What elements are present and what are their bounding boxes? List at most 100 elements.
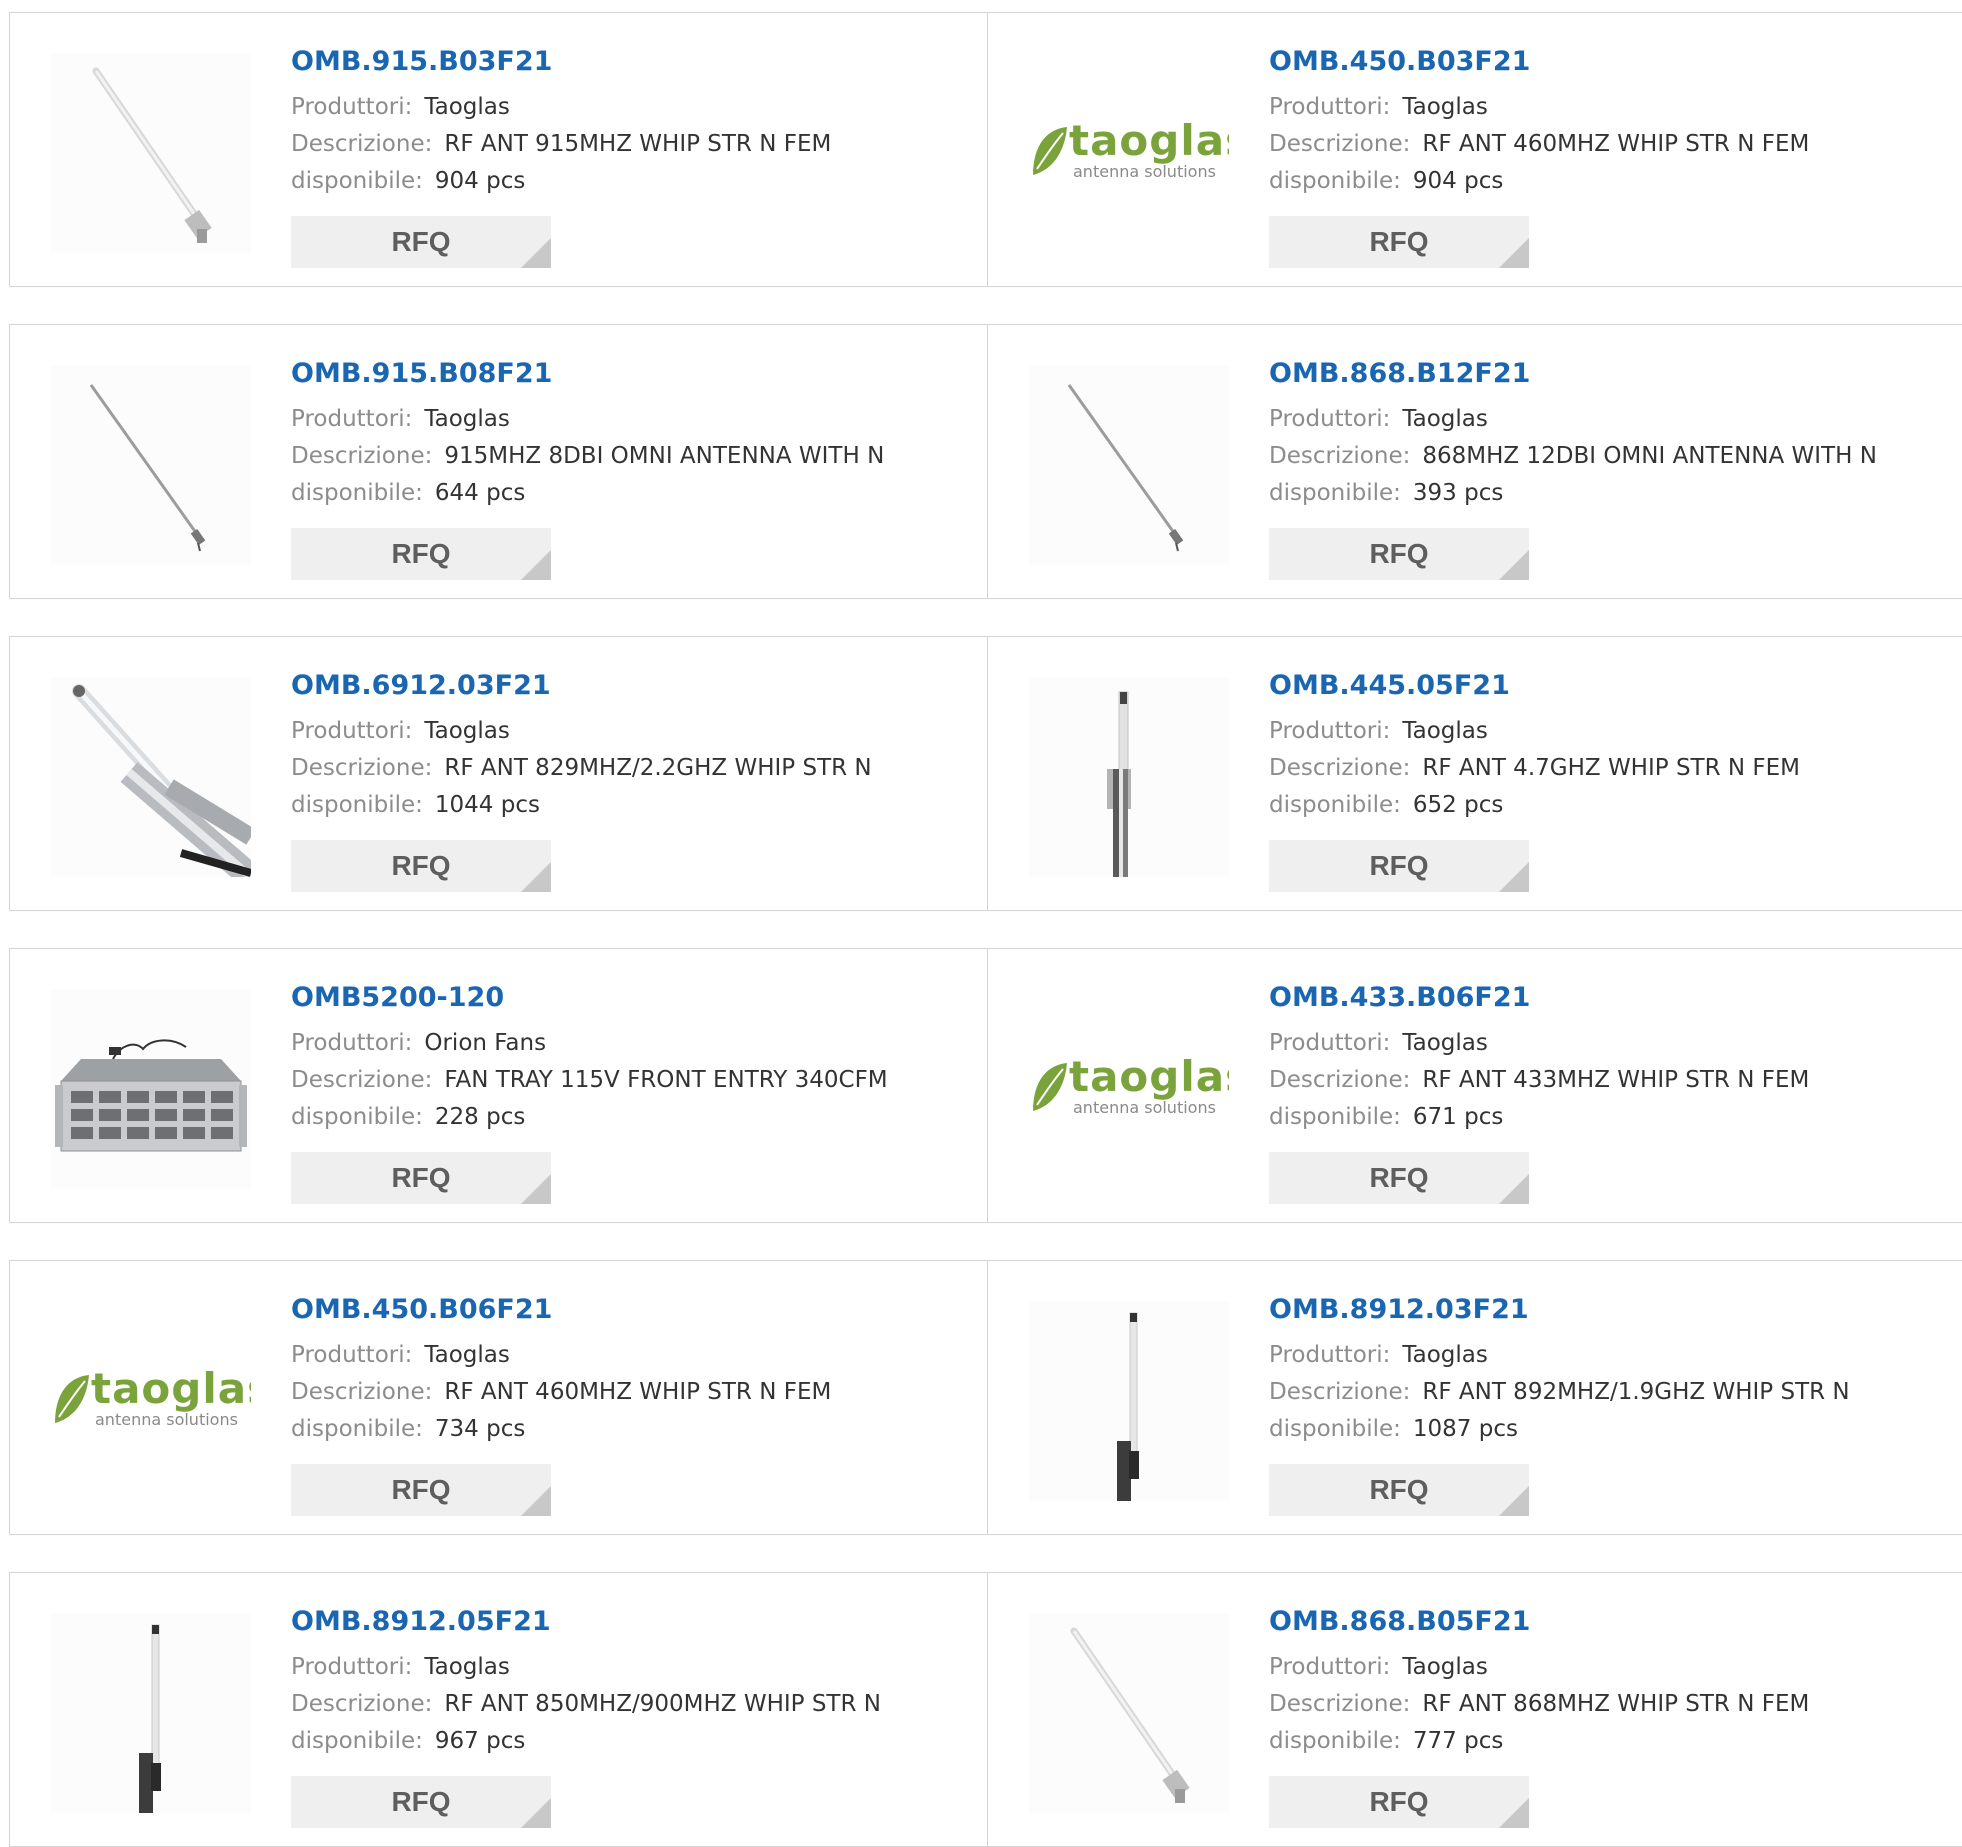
- rfq-corner-icon: [521, 1798, 551, 1828]
- product-card: OMB.868.B05F21 Produttori: Taoglas Descri…: [988, 1573, 1962, 1846]
- manufacturer-row: Produttori: Taoglas: [1269, 1025, 1952, 1062]
- product-image[interactable]: [1029, 1613, 1229, 1813]
- product-part-link[interactable]: OMB.915.B03F21: [291, 43, 977, 81]
- product-image[interactable]: taoglasantenna solutions: [51, 1301, 251, 1501]
- rfq-button[interactable]: RFQ: [291, 216, 551, 268]
- logo-tagline-text: antenna solutions: [1073, 162, 1216, 181]
- availability-label: disponibile:: [1269, 480, 1401, 506]
- product-image[interactable]: [51, 365, 251, 565]
- manufacturer-row: Produttori: Taoglas: [1269, 1337, 1952, 1374]
- rfq-button[interactable]: RFQ: [291, 1152, 551, 1204]
- product-info: OMB.450.B03F21 Produttori: Taoglas Descri…: [1269, 43, 1952, 268]
- product-image[interactable]: [51, 677, 251, 877]
- rfq-button[interactable]: RFQ: [1269, 216, 1529, 268]
- manufacturer-value: Taoglas: [1402, 1654, 1488, 1680]
- description-label: Descrizione:: [1269, 1067, 1411, 1093]
- product-part-link[interactable]: OMB.450.B06F21: [291, 1291, 977, 1329]
- description-row: Descrizione: RF ANT 892MHZ/1.9GHZ WHIP ST…: [1269, 1374, 1952, 1411]
- manufacturer-label: Produttori:: [291, 94, 413, 120]
- description-value: RF ANT 892MHZ/1.9GHZ WHIP STR N: [1422, 1379, 1850, 1405]
- availability-row: disponibile: 671 pcs: [1269, 1099, 1952, 1136]
- product-row: taoglasantenna solutions OMB.450.B06F21 …: [9, 1260, 1962, 1535]
- product-image[interactable]: [1029, 677, 1229, 877]
- product-card: OMB.915.B08F21 Produttori: Taoglas Descri…: [10, 325, 988, 598]
- product-part-link[interactable]: OMB.445.05F21: [1269, 667, 1952, 705]
- antenna-thin-icon: [1067, 384, 1184, 552]
- rfq-corner-icon: [521, 550, 551, 580]
- availability-row: disponibile: 652 pcs: [1269, 787, 1952, 824]
- rfq-button[interactable]: RFQ: [1269, 1464, 1529, 1516]
- availability-label: disponibile:: [1269, 792, 1401, 818]
- rfq-button[interactable]: RFQ: [1269, 1152, 1529, 1204]
- manufacturer-value: Taoglas: [424, 1342, 510, 1368]
- product-part-link[interactable]: OMB.868.B12F21: [1269, 355, 1952, 393]
- rfq-button[interactable]: RFQ: [291, 528, 551, 580]
- description-label: Descrizione:: [1269, 443, 1411, 469]
- product-image[interactable]: [1029, 1301, 1229, 1501]
- product-row: OMB.8912.05F21 Produttori: Taoglas Descri…: [9, 1572, 1962, 1847]
- leaf-icon: [1033, 1063, 1067, 1111]
- product-card: OMB5200-120 Produttori: Orion Fans Descri…: [10, 949, 988, 1222]
- description-value: 868MHZ 12DBI OMNI ANTENNA WITH N: [1422, 443, 1877, 469]
- product-card: OMB.6912.03F21 Produttori: Taoglas Descri…: [10, 637, 988, 910]
- product-part-link[interactable]: OMB.868.B05F21: [1269, 1603, 1952, 1641]
- product-row: OMB.915.B08F21 Produttori: Taoglas Descri…: [9, 324, 1962, 599]
- description-value: RF ANT 915MHZ WHIP STR N FEM: [444, 131, 832, 157]
- product-image[interactable]: taoglasantenna solutions: [1029, 989, 1229, 1189]
- logo-brand-text: taoglas: [1069, 1052, 1229, 1101]
- product-part-link[interactable]: OMB.6912.03F21: [291, 667, 977, 705]
- description-row: Descrizione: 868MHZ 12DBI OMNI ANTENNA WI…: [1269, 438, 1952, 475]
- manufacturer-value: Taoglas: [1402, 718, 1488, 744]
- rfq-button[interactable]: RFQ: [1269, 528, 1529, 580]
- rfq-label: RFQ: [391, 850, 451, 881]
- product-part-link[interactable]: OMB.8912.05F21: [291, 1603, 977, 1641]
- product-part-link[interactable]: OMB.433.B06F21: [1269, 979, 1952, 1017]
- product-part-link[interactable]: OMB5200-120: [291, 979, 977, 1017]
- rfq-label: RFQ: [1369, 226, 1429, 257]
- manufacturer-row: Produttori: Taoglas: [1269, 1649, 1952, 1686]
- description-label: Descrizione:: [291, 755, 433, 781]
- description-row: Descrizione: RF ANT 915MHZ WHIP STR N FEM: [291, 126, 977, 163]
- product-part-link[interactable]: OMB.8912.03F21: [1269, 1291, 1952, 1329]
- manufacturer-label: Produttori:: [1269, 406, 1391, 432]
- rfq-label: RFQ: [391, 226, 451, 257]
- availability-value: 904 pcs: [434, 168, 526, 194]
- manufacturer-value: Taoglas: [424, 718, 510, 744]
- manufacturer-label: Produttori:: [291, 1030, 413, 1056]
- rfq-button[interactable]: RFQ: [291, 1464, 551, 1516]
- rfq-corner-icon: [1499, 1798, 1529, 1828]
- availability-value: 644 pcs: [434, 480, 526, 506]
- availability-label: disponibile:: [291, 168, 423, 194]
- rfq-label: RFQ: [1369, 1162, 1429, 1193]
- availability-row: disponibile: 228 pcs: [291, 1099, 977, 1136]
- product-row: OMB.6912.03F21 Produttori: Taoglas Descri…: [9, 636, 1962, 911]
- product-card: OMB.445.05F21 Produttori: Taoglas Descriz…: [988, 637, 1962, 910]
- product-part-link[interactable]: OMB.450.B03F21: [1269, 43, 1952, 81]
- product-image[interactable]: [1029, 365, 1229, 565]
- description-row: Descrizione: RF ANT 850MHZ/900MHZ WHIP ST…: [291, 1686, 977, 1723]
- availability-label: disponibile:: [1269, 1416, 1401, 1442]
- product-part-link[interactable]: OMB.915.B08F21: [291, 355, 977, 393]
- product-image[interactable]: taoglasantenna solutions: [1029, 53, 1229, 253]
- description-label: Descrizione:: [1269, 1379, 1411, 1405]
- availability-label: disponibile:: [291, 1728, 423, 1754]
- manufacturer-value: Taoglas: [424, 94, 510, 120]
- product-image[interactable]: [51, 1613, 251, 1813]
- description-value: RF ANT 460MHZ WHIP STR N FEM: [444, 1379, 832, 1405]
- product-info: OMB.868.B05F21 Produttori: Taoglas Descri…: [1269, 1603, 1952, 1828]
- availability-row: disponibile: 904 pcs: [291, 163, 977, 200]
- manufacturer-value: Taoglas: [1402, 406, 1488, 432]
- antenna-thin-icon: [89, 384, 206, 552]
- product-image[interactable]: [51, 989, 251, 1189]
- rfq-button[interactable]: RFQ: [291, 1776, 551, 1828]
- manufacturer-value: Taoglas: [1402, 1342, 1488, 1368]
- description-value: RF ANT 4.7GHZ WHIP STR N FEM: [1422, 755, 1801, 781]
- rfq-button[interactable]: RFQ: [291, 840, 551, 892]
- availability-row: disponibile: 1087 pcs: [1269, 1411, 1952, 1448]
- description-row: Descrizione: 915MHZ 8DBI OMNI ANTENNA WIT…: [291, 438, 977, 475]
- rfq-button[interactable]: RFQ: [1269, 840, 1529, 892]
- availability-value: 228 pcs: [434, 1104, 526, 1130]
- rfq-label: RFQ: [1369, 1474, 1429, 1505]
- product-image[interactable]: [51, 53, 251, 253]
- rfq-button[interactable]: RFQ: [1269, 1776, 1529, 1828]
